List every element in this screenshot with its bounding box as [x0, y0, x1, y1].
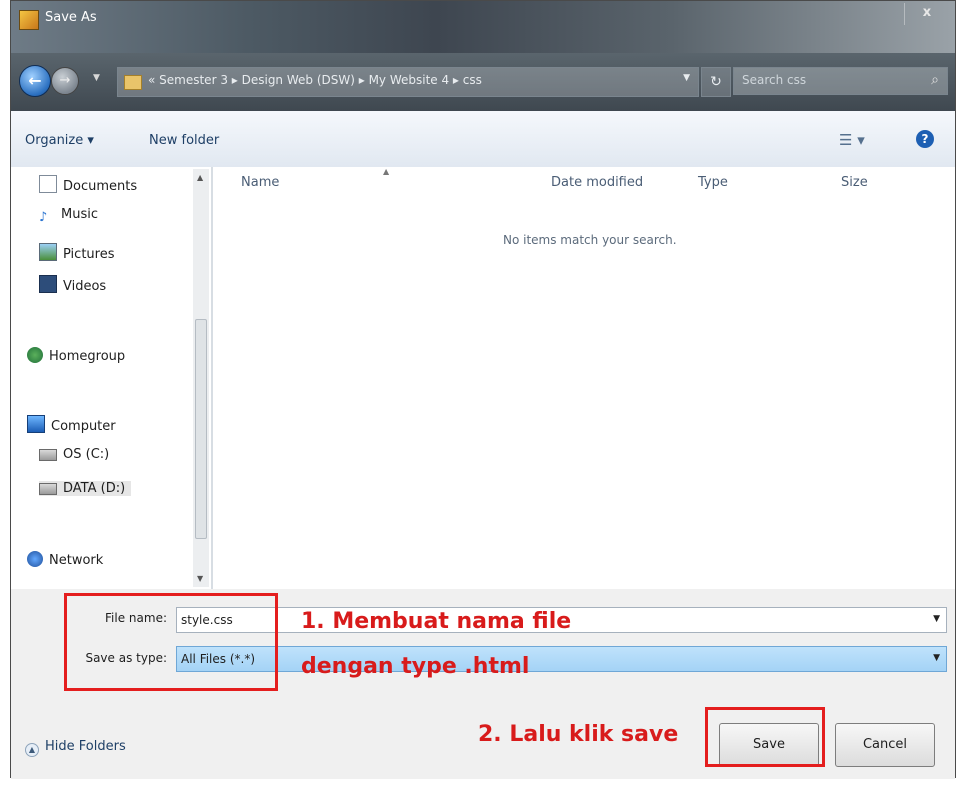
hide-folders-label: Hide Folders [45, 739, 126, 754]
navigation-pane: Documents ♪ Music Pictures Videos Homegro… [11, 167, 211, 589]
address-bar[interactable]: « Semester 3 ▸ Design Web (DSW) ▸ My Web… [117, 67, 699, 97]
folder-icon [124, 75, 142, 90]
column-header-name[interactable]: Name [241, 175, 279, 190]
annotation-step1-line1: 1. Membuat nama file [301, 609, 572, 634]
cancel-button[interactable]: Cancel [835, 723, 935, 767]
column-header-date-modified[interactable]: Date modified [551, 175, 643, 190]
column-header-type[interactable]: Type [698, 175, 728, 190]
nav-item-network[interactable]: Network [27, 551, 103, 568]
nav-item-os-c[interactable]: OS (C:) [39, 447, 109, 462]
pictures-icon [39, 243, 57, 261]
nav-item-label: Documents [63, 179, 138, 194]
app-icon [19, 10, 39, 30]
nav-item-label: OS (C:) [63, 447, 110, 462]
search-input[interactable]: Search css ⌕ [733, 67, 948, 95]
videos-icon [39, 275, 57, 293]
window-title: Save As [45, 10, 97, 25]
annotation-step2: 2. Lalu klik save [478, 722, 679, 747]
close-button[interactable]: x [904, 3, 949, 25]
title-bar: Save As x [11, 1, 955, 53]
drive-icon [39, 483, 57, 495]
music-icon: ♪ [39, 210, 48, 225]
column-header-size[interactable]: Size [841, 175, 868, 190]
new-folder-button[interactable]: New folder [149, 133, 219, 148]
computer-icon [27, 415, 45, 433]
chevron-down-icon[interactable]: ▼ [933, 614, 940, 624]
nav-item-label: Music [61, 207, 98, 222]
nav-item-label: Videos [63, 279, 107, 294]
change-view-icon[interactable]: ☰ ▾ [839, 131, 865, 149]
scroll-up-icon[interactable]: ▲ [197, 173, 203, 182]
empty-message: No items match your search. [503, 233, 677, 247]
collapse-icon: ▲ [25, 743, 39, 757]
nav-item-data-d[interactable]: DATA (D:) [39, 481, 132, 496]
search-icon[interactable]: ⌕ [931, 72, 939, 88]
forward-button[interactable]: → [51, 67, 79, 95]
scroll-down-icon[interactable]: ▼ [197, 574, 203, 583]
homegroup-icon [27, 347, 43, 363]
organize-button[interactable]: Organize ▾ [25, 133, 94, 148]
nav-item-label: Homegroup [49, 349, 126, 364]
back-button[interactable]: ← [19, 65, 51, 97]
nav-item-label: Network [49, 553, 104, 568]
search-placeholder: Search css [742, 73, 807, 87]
nav-item-documents[interactable]: Documents [39, 175, 137, 194]
breadcrumb[interactable]: « Semester 3 ▸ Design Web (DSW) ▸ My Web… [148, 73, 482, 87]
annotation-box-save [705, 707, 825, 767]
help-icon[interactable]: ? [916, 130, 934, 148]
address-row: ← → ▼ « Semester 3 ▸ Design Web (DSW) ▸ … [11, 53, 955, 111]
chevron-down-icon[interactable]: ▼ [933, 653, 940, 663]
nav-item-homegroup[interactable]: Homegroup [27, 347, 125, 364]
refresh-button[interactable]: ↻ [701, 67, 731, 97]
network-icon [27, 551, 43, 567]
command-toolbar: Organize ▾ New folder ☰ ▾ ? [11, 111, 955, 168]
chevron-down-icon[interactable]: ▼ [683, 73, 690, 83]
file-list-pane[interactable]: Name ▲ Date modified Type Size No items … [213, 167, 955, 589]
nav-item-label: DATA (D:) [63, 481, 126, 496]
nav-item-label: Pictures [63, 247, 115, 262]
drive-icon [39, 449, 57, 461]
nav-item-computer[interactable]: Computer [27, 415, 116, 434]
save-as-type-select[interactable]: All Files (*.*) ▼ [176, 646, 947, 672]
nav-item-videos[interactable]: Videos [39, 275, 106, 294]
recent-locations-dropdown[interactable]: ▼ [93, 73, 100, 83]
nav-item-label: Computer [51, 419, 116, 434]
nav-scrollbar[interactable]: ▲ ▼ [193, 169, 209, 587]
annotation-box-file-fields [64, 593, 278, 691]
annotation-step1-line2: dengan type .html [301, 654, 530, 679]
hide-folders-button[interactable]: ▲ Hide Folders [25, 739, 126, 757]
documents-icon [39, 175, 57, 193]
sort-arrow-icon: ▲ [383, 167, 390, 176]
nav-item-music[interactable]: ♪ Music [39, 207, 98, 226]
nav-item-pictures[interactable]: Pictures [39, 243, 114, 262]
scroll-thumb[interactable] [195, 319, 207, 539]
